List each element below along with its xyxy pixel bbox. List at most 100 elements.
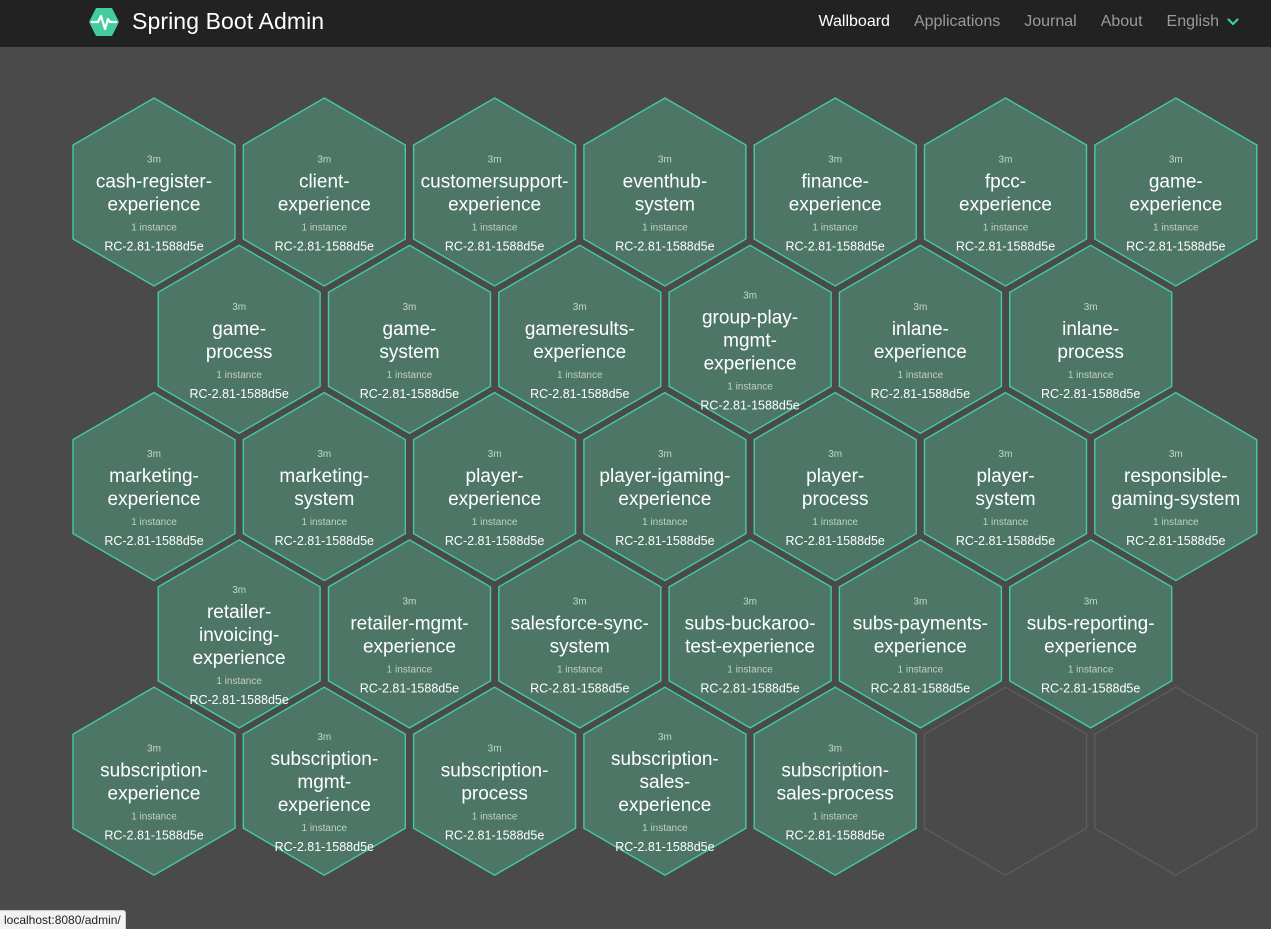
application-hex[interactable]: 3m player-experience 1 instance RC-2.81-158… xyxy=(412,391,577,582)
app-version: RC-2.81-1588d5e xyxy=(615,240,714,254)
app-instance-count: 1 instance xyxy=(812,812,858,823)
app-version: RC-2.81-1588d5e xyxy=(1041,387,1140,401)
app-version: RC-2.81-1588d5e xyxy=(871,387,970,401)
app-name-line: salesforce-sync- xyxy=(511,613,649,634)
application-hex[interactable]: 3m subscription-process 1 instance RC-2.81-… xyxy=(412,686,577,877)
app-name-line: cash-register- xyxy=(96,172,212,193)
app-instance-count: 1 instance xyxy=(898,664,944,675)
app-name-line: system xyxy=(294,489,354,510)
application-hex[interactable]: 3m subscription-sales-experience 1 instanc… xyxy=(583,686,747,877)
app-name-line: subs-payments- xyxy=(853,613,988,634)
app-name-line: retailer-mgmt- xyxy=(350,613,468,634)
app-instance-count: 1 instance xyxy=(131,223,177,234)
app-version: RC-2.81-1588d5e xyxy=(956,240,1055,254)
application-hex[interactable]: 3m subscription-sales-process 1 instance RC… xyxy=(753,686,917,877)
application-hex[interactable]: 3m subs-reporting-experience 1 instance RC-… xyxy=(1009,539,1173,729)
application-hex[interactable]: 3m salesforce-sync-system 1 instance RC-2.8… xyxy=(498,539,662,729)
app-name-line: game- xyxy=(383,319,437,340)
app-version: RC-2.81-1588d5e xyxy=(189,387,288,401)
app-uptime: 3m xyxy=(147,155,161,166)
application-hex[interactable]: 3m marketing-experience 1 instance RC-2.81-… xyxy=(72,391,236,582)
application-hex[interactable]: 3m subscription-experience 1 instance RC-2.… xyxy=(72,686,236,877)
application-hex[interactable]: 3m inlane-process 1 instance RC-2.81-1588d5… xyxy=(1009,244,1173,435)
app-version: RC-2.81-1588d5e xyxy=(700,398,799,412)
app-name-line: experience xyxy=(363,636,456,657)
app-instance-count: 1 instance xyxy=(642,223,688,234)
app-name-line: system xyxy=(550,636,610,657)
app-name-line: group-play- xyxy=(702,307,798,328)
application-hex[interactable]: 3m client-experience 1 instance RC-2.81-158… xyxy=(242,97,406,287)
empty-hex-slot xyxy=(1094,686,1258,877)
application-hex[interactable]: 3m responsible-gaming-system 1 instance RC-… xyxy=(1094,391,1258,582)
application-hex[interactable]: 3m fpcc-experience 1 instance RC-2.81-1588d… xyxy=(923,97,1088,287)
app-name-line: process xyxy=(461,784,528,805)
app-instance-count: 1 instance xyxy=(302,223,348,234)
app-version: RC-2.81-1588d5e xyxy=(445,534,544,548)
application-hex[interactable]: 3m finance-experience 1 instance RC-2.81-15… xyxy=(753,97,917,287)
app-version: RC-2.81-1588d5e xyxy=(104,240,203,254)
app-uptime: 3m xyxy=(828,744,842,755)
app-name-line: experience xyxy=(108,489,201,510)
app-uptime: 3m xyxy=(828,155,842,166)
app-version: RC-2.81-1588d5e xyxy=(700,681,799,695)
app-version: RC-2.81-1588d5e xyxy=(871,681,970,695)
wallboard-hex-grid: 3m cash-register-experience 1 instance RC-2… xyxy=(72,97,1258,877)
application-hex[interactable]: 3m game-process 1 instance RC-2.81-1588d5e xyxy=(157,244,321,435)
app-name-line: experience xyxy=(959,195,1052,216)
app-uptime: 3m xyxy=(402,596,416,607)
application-hex[interactable]: 3m player-process 1 instance RC-2.81-1588d5… xyxy=(753,391,917,582)
app-uptime: 3m xyxy=(743,596,757,607)
application-hex[interactable]: 3m game-experience 1 instance RC-2.81-1588d… xyxy=(1094,97,1258,287)
app-name-line: fpcc- xyxy=(985,172,1026,193)
application-hex[interactable]: 3m eventhub-system 1 instance RC-2.81-1588d… xyxy=(583,97,747,287)
hex-shape xyxy=(923,686,1088,877)
application-hex[interactable]: 3m subscription-mgmt-experience 1 instance… xyxy=(242,686,406,877)
app-instance-count: 1 instance xyxy=(216,676,262,687)
app-uptime: 3m xyxy=(1169,449,1183,460)
app-uptime: 3m xyxy=(147,449,161,460)
application-hex[interactable]: 3m cash-register-experience 1 instance RC-2… xyxy=(72,97,236,287)
app-name-line: marketing- xyxy=(109,466,199,487)
application-hex[interactable]: 3m retailer-invoicing-experience 1 instanc… xyxy=(157,539,321,729)
application-hex[interactable]: 3m retailer-mgmt-experience 1 instance RC-2… xyxy=(327,539,492,729)
app-uptime: 3m xyxy=(658,449,672,460)
application-hex[interactable]: 3m game-system 1 instance RC-2.81-1588d5e xyxy=(327,244,492,435)
app-name-line: game- xyxy=(1149,172,1203,193)
app-name-line: subscription- xyxy=(100,761,208,782)
app-uptime: 3m xyxy=(913,596,927,607)
app-instance-count: 1 instance xyxy=(557,664,603,675)
application-hex[interactable]: 3m customersupport-experience 1 instance RC… xyxy=(412,97,577,287)
application-hex[interactable]: 3m inlane-experience 1 instance RC-2.81-158… xyxy=(838,244,1003,435)
app-name-line: experience xyxy=(704,353,797,374)
app-uptime: 3m xyxy=(317,732,331,743)
app-name-line: experience xyxy=(1044,636,1137,657)
app-name-line: experience xyxy=(618,489,711,510)
app-name-line: experience xyxy=(789,195,882,216)
application-hex[interactable]: 3m marketing-system 1 instance RC-2.81-1588… xyxy=(242,391,406,582)
app-version: RC-2.81-1588d5e xyxy=(1126,240,1225,254)
app-instance-count: 1 instance xyxy=(983,223,1029,234)
application-hex[interactable]: 3m player-system 1 instance RC-2.81-1588d5e xyxy=(923,391,1088,582)
app-version: RC-2.81-1588d5e xyxy=(275,840,374,854)
app-uptime: 3m xyxy=(232,585,246,596)
app-instance-count: 1 instance xyxy=(812,223,858,234)
application-hex[interactable]: 3m subs-payments-experience 1 instance RC-2… xyxy=(838,539,1003,729)
app-uptime: 3m xyxy=(658,732,672,743)
app-name-line: finance- xyxy=(801,172,869,193)
application-hex[interactable]: 3m player-igaming-experience 1 instance RC-… xyxy=(583,391,747,582)
app-version: RC-2.81-1588d5e xyxy=(445,829,544,843)
app-uptime: 3m xyxy=(317,155,331,166)
app-name-line: experience xyxy=(448,489,541,510)
app-name-line: player- xyxy=(466,466,524,487)
application-hex[interactable]: 3m subs-buckaroo-test-experience 1 instanc… xyxy=(668,539,832,729)
app-name-line: subscription- xyxy=(781,761,889,782)
app-name-line: gameresults- xyxy=(525,319,635,340)
app-name-line: process xyxy=(1057,342,1124,363)
app-name-line: subscription- xyxy=(441,761,549,782)
app-instance-count: 1 instance xyxy=(387,664,433,675)
app-instance-count: 1 instance xyxy=(302,517,348,528)
application-hex[interactable]: 3m gameresults-experience 1 instance RC-2.8… xyxy=(498,244,662,435)
app-name-line: subs-buckaroo- xyxy=(685,613,816,634)
app-name-line: experience xyxy=(448,195,541,216)
application-hex[interactable]: 3m group-play-mgmt-experience 1 instance RC… xyxy=(668,244,832,435)
